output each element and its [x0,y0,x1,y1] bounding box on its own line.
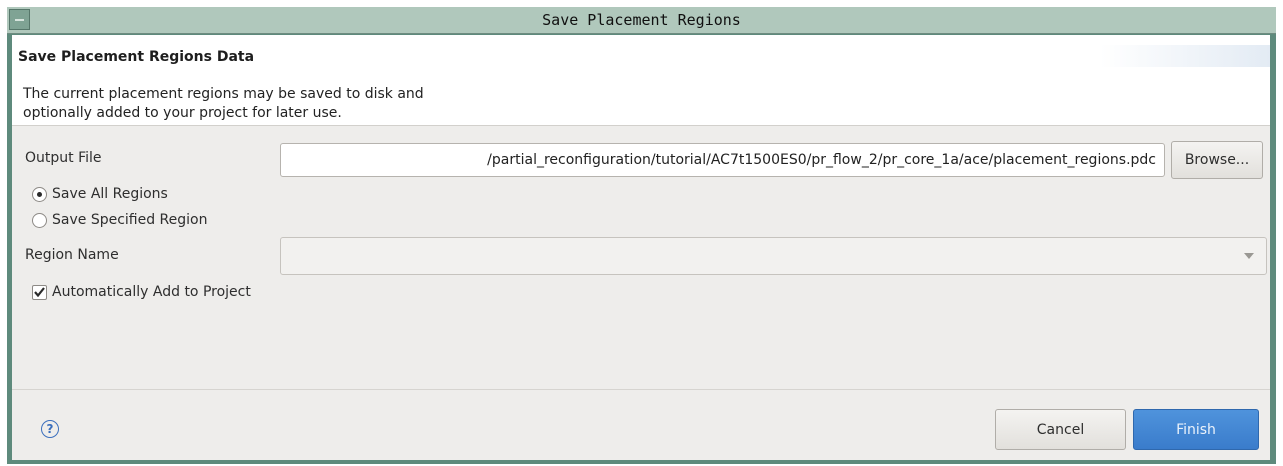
footer-separator [12,389,1270,390]
auto-add-checkbox-row[interactable]: Automatically Add to Project [32,284,251,300]
dialog-window: Save Placement Regions Save Placement Re… [7,7,1276,464]
radio-save-specified[interactable]: Save Specified Region [32,212,207,228]
title-bar[interactable]: Save Placement Regions [7,7,1276,34]
checkmark-icon [34,287,45,297]
window-title: Save Placement Regions [542,11,741,29]
banner-decoration [1100,45,1270,67]
auto-add-label: Automatically Add to Project [52,284,251,300]
header-description-line2: optionally added to your project for lat… [23,105,342,121]
header-description-line1: The current placement regions may be sav… [23,86,424,102]
region-name-dropdown[interactable] [280,237,1267,275]
browse-button[interactable]: Browse... [1171,141,1263,179]
chevron-down-icon [1244,253,1254,259]
radio-save-specified-label: Save Specified Region [52,212,208,228]
finish-button[interactable]: Finish [1133,409,1259,450]
output-file-input[interactable] [280,143,1165,177]
dialog-header: Save Placement Regions Data The current … [12,35,1270,126]
radio-save-specified-indicator[interactable] [32,212,47,228]
region-name-label: Region Name [25,247,119,263]
radio-save-all[interactable]: Save All Regions [32,186,168,202]
cancel-button[interactable]: Cancel [995,409,1126,450]
radio-save-all-label: Save All Regions [52,186,168,202]
dialog-body: Save Placement Regions Data The current … [12,35,1270,460]
header-description: The current placement regions may be sav… [23,85,543,123]
output-file-label: Output File [25,150,102,166]
help-icon[interactable]: ? [41,420,59,438]
header-title: Save Placement Regions Data [18,49,255,65]
auto-add-checkbox[interactable] [32,284,47,300]
radio-save-all-indicator[interactable] [32,186,47,202]
